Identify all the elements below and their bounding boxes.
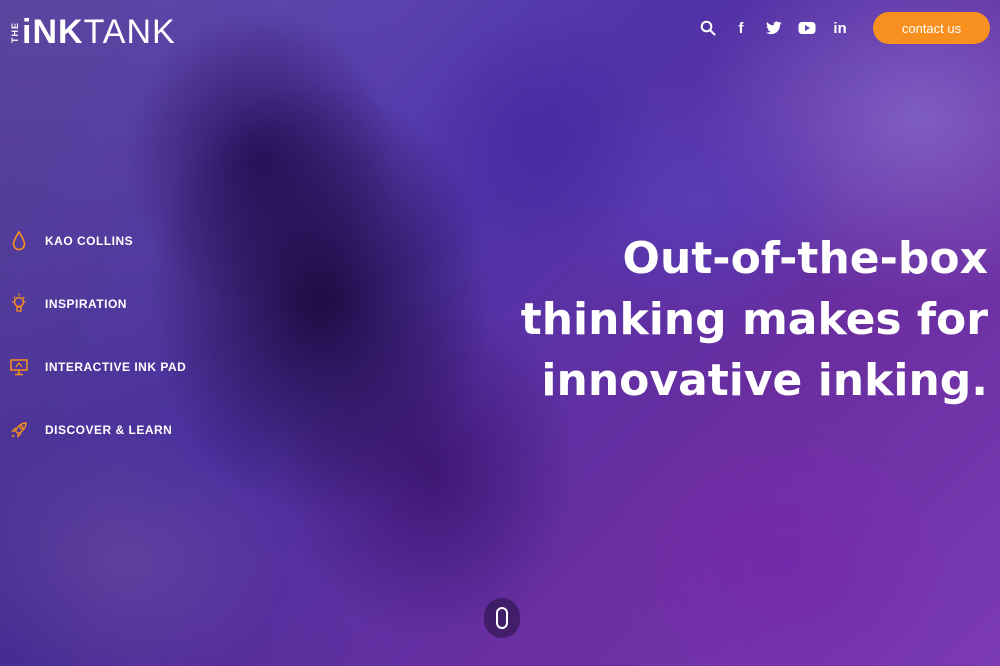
rocket-icon: [10, 418, 28, 442]
linkedin-icon[interactable]: in: [828, 16, 852, 40]
hero-headline-line-2: thinking makes for: [520, 294, 988, 345]
facebook-glyph: f: [738, 19, 744, 37]
logo-ink-text: iNK: [22, 12, 84, 51]
ink-drop-icon: [10, 229, 28, 253]
search-icon[interactable]: [696, 16, 720, 40]
facebook-icon[interactable]: f: [729, 16, 753, 40]
sidebar-nav: KAO COLLINS INSPIRATION INTERACTIVE INK …: [10, 226, 186, 478]
logo-tank-text: TANK: [83, 12, 176, 51]
sidebar-item-label: DISCOVER & LEARN: [45, 423, 173, 437]
twitter-icon[interactable]: [762, 16, 786, 40]
sidebar-item-label: INSPIRATION: [45, 297, 127, 311]
sidebar-item-label: INTERACTIVE INK PAD: [45, 360, 187, 374]
logo-the-text: THE: [10, 21, 20, 43]
sidebar-item-interactive-ink-pad[interactable]: INTERACTIVE INK PAD: [10, 352, 186, 382]
scroll-down-button[interactable]: [484, 598, 520, 638]
contact-us-button[interactable]: contact us: [873, 12, 990, 44]
hero-headline-line-3: innovative inking.: [541, 355, 988, 406]
sidebar-item-discover-learn[interactable]: DISCOVER & LEARN: [10, 415, 186, 445]
header-actions: f in contact us: [696, 12, 990, 44]
mouse-scroll-icon: [496, 607, 508, 629]
sidebar-item-kao-collins[interactable]: KAO COLLINS: [10, 226, 186, 256]
hero-headline-line-1: Out-of-the-box: [622, 233, 988, 284]
hero-headline: Out-of-the-box thinking makes for innova…: [428, 228, 988, 411]
site-logo[interactable]: THE iNK TANK: [10, 8, 176, 56]
monitor-icon: [10, 355, 28, 379]
lightbulb-icon: [10, 292, 28, 316]
sidebar-item-inspiration[interactable]: INSPIRATION: [10, 289, 186, 319]
sidebar-item-label: KAO COLLINS: [45, 234, 134, 248]
youtube-icon[interactable]: [795, 16, 819, 40]
linkedin-glyph: in: [833, 19, 847, 37]
